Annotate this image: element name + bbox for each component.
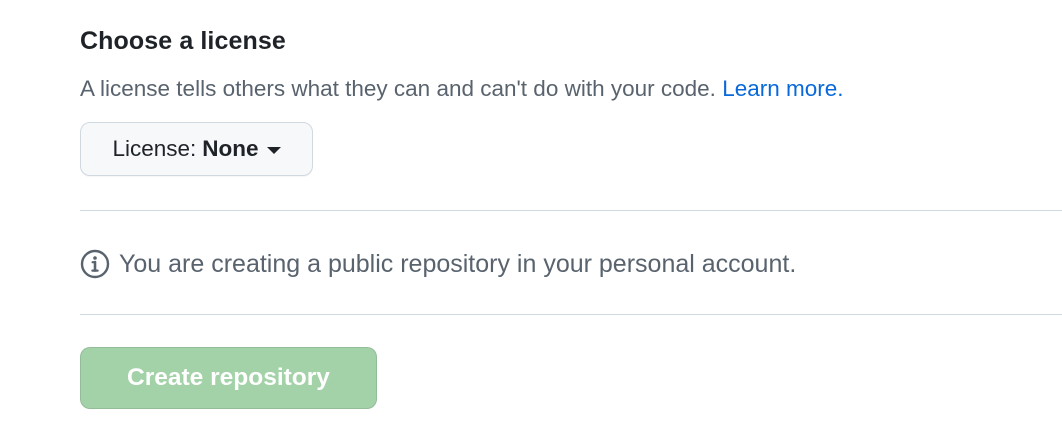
create-repository-button[interactable]: Create repository xyxy=(80,347,377,409)
notice-text: You are creating a public repository in … xyxy=(119,250,797,278)
divider xyxy=(80,314,1062,315)
license-dropdown-button[interactable]: License: None xyxy=(80,122,313,176)
license-description-text: A license tells others what they can and… xyxy=(80,76,716,101)
info-icon xyxy=(80,249,110,279)
new-repository-form-footer: Choose a license A license tells others … xyxy=(0,0,1062,426)
license-section-title: Choose a license xyxy=(80,27,286,55)
license-description: A license tells others what they can and… xyxy=(80,75,844,103)
learn-more-link[interactable]: Learn more. xyxy=(722,76,843,101)
divider xyxy=(80,210,1062,211)
repository-visibility-notice: You are creating a public repository in … xyxy=(80,248,796,280)
caret-down-icon xyxy=(266,146,281,154)
license-dropdown-prefix: License: xyxy=(112,136,197,161)
license-dropdown-selected-value: None xyxy=(202,136,259,161)
